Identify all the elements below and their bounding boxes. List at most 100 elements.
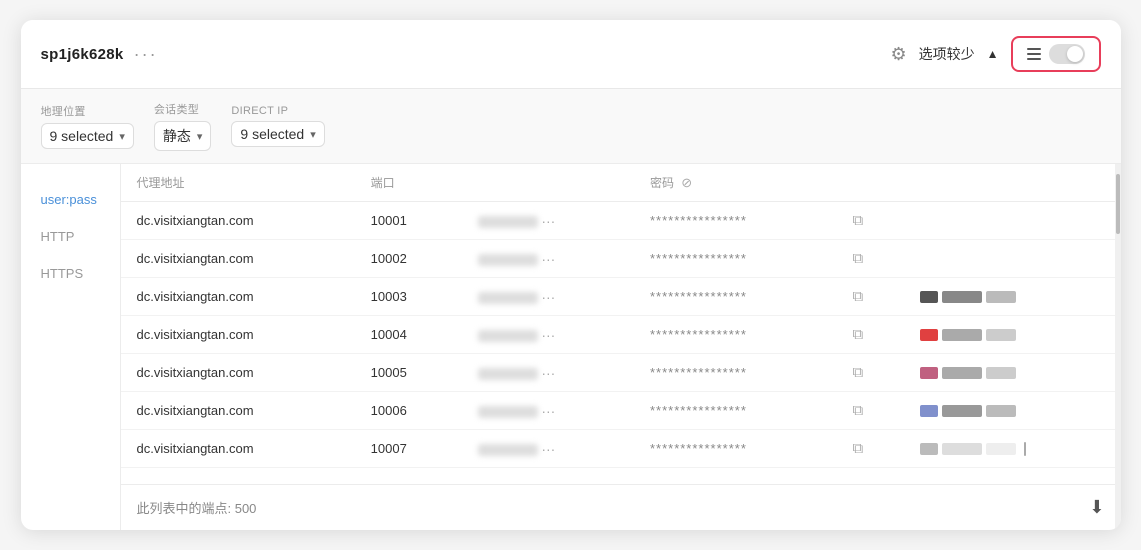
sidebar-item-http[interactable]: HTTP — [21, 221, 120, 252]
copy-icon[interactable]: ⧉ — [853, 250, 864, 267]
password-masked: **************** — [650, 327, 747, 342]
copy-icon[interactable]: ⧉ — [853, 288, 864, 305]
proxy-password: **************** — [634, 316, 837, 354]
copy-button[interactable]: ⧉ — [837, 316, 904, 354]
table-footer: 此列表中的端点: 500 ⬇ — [121, 484, 1121, 530]
header: sp1j6k628k ··· ⚙ 选项较少 ▲ — [21, 20, 1121, 89]
sidebar-item-https[interactable]: HTTPS — [21, 258, 120, 289]
table-header-row: 代理地址 端口 密码 ⊘ — [121, 164, 1121, 202]
filter-direct-ip: DIRECT IP 9 selected ▾ — [231, 105, 324, 147]
color-block — [986, 443, 1016, 455]
chevron-up-icon[interactable]: ▲ — [987, 47, 999, 61]
page-title: sp1j6k628k — [41, 46, 124, 63]
proxy-user: ··· — [462, 392, 634, 430]
color-block — [942, 443, 982, 455]
toggle-button[interactable] — [1011, 36, 1101, 72]
proxy-info — [904, 354, 1121, 392]
color-bar — [920, 405, 1105, 417]
toggle-switch[interactable] — [1049, 44, 1085, 64]
color-block — [942, 405, 982, 417]
color-bar — [920, 329, 1105, 341]
direct-ip-select[interactable]: 9 selected ▾ — [231, 121, 324, 147]
color-bar — [920, 442, 1105, 456]
col-info — [904, 164, 1121, 202]
copy-icon[interactable]: ⧉ — [853, 326, 864, 343]
col-user — [462, 164, 634, 202]
col-proxy: 代理地址 — [121, 164, 355, 202]
proxy-user: ··· — [462, 278, 634, 316]
proxy-password: **************** — [634, 430, 837, 468]
proxy-info — [904, 316, 1121, 354]
table-row: dc.visitxiangtan.com10003 ···***********… — [121, 278, 1121, 316]
color-block — [942, 291, 982, 303]
proxy-user: ··· — [462, 354, 634, 392]
download-icon[interactable]: ⬇ — [1089, 497, 1104, 518]
proxy-port: 10004 — [355, 316, 462, 354]
direct-ip-label: DIRECT IP — [231, 105, 324, 117]
copy-button[interactable]: ⧉ — [837, 430, 904, 468]
direct-ip-chevron-icon: ▾ — [310, 128, 316, 141]
proxy-info — [904, 278, 1121, 316]
color-block — [986, 329, 1016, 341]
row-dots-menu[interactable]: ··· — [541, 251, 555, 267]
copy-button[interactable]: ⧉ — [837, 354, 904, 392]
copy-button[interactable]: ⧉ — [837, 392, 904, 430]
geo-select[interactable]: 9 selected ▾ — [41, 123, 134, 149]
proxy-port: 10007 — [355, 430, 462, 468]
geo-label: 地理位置 — [41, 103, 134, 119]
copy-button[interactable]: ⧉ — [837, 240, 904, 278]
proxy-address: dc.visitxiangtan.com — [121, 354, 355, 392]
scroll-handle[interactable] — [1024, 442, 1026, 456]
options-label[interactable]: 选项较少 — [919, 44, 975, 64]
session-label: 会话类型 — [154, 101, 212, 117]
color-block — [986, 367, 1016, 379]
proxy-info — [904, 240, 1121, 278]
proxy-password: **************** — [634, 278, 837, 316]
color-block — [986, 405, 1016, 417]
proxy-port: 10005 — [355, 354, 462, 392]
proxy-user: ··· — [462, 430, 634, 468]
row-dots-menu[interactable]: ··· — [541, 365, 555, 381]
proxy-address: dc.visitxiangtan.com — [121, 278, 355, 316]
row-dots-menu[interactable]: ··· — [541, 403, 555, 419]
session-value: 静态 — [163, 126, 191, 146]
header-right: ⚙ 选项较少 ▲ — [890, 36, 1100, 72]
scrollbar-thumb[interactable] — [1116, 174, 1120, 234]
proxy-password: **************** — [634, 202, 837, 240]
proxy-user: ··· — [462, 316, 634, 354]
password-masked: **************** — [650, 213, 747, 228]
proxy-address: dc.visitxiangtan.com — [121, 316, 355, 354]
password-masked: **************** — [650, 365, 747, 380]
copy-button[interactable]: ⧉ — [837, 202, 904, 240]
color-block — [986, 291, 1016, 303]
copy-icon[interactable]: ⧉ — [853, 364, 864, 381]
proxy-port: 10002 — [355, 240, 462, 278]
color-bar — [920, 291, 1105, 303]
session-select[interactable]: 静态 ▾ — [154, 121, 212, 151]
password-masked: **************** — [650, 403, 747, 418]
proxy-password: **************** — [634, 354, 837, 392]
table-wrapper: 代理地址 端口 密码 ⊘ dc.visitxiangtan.com10001 ·… — [121, 164, 1121, 484]
sidebar-item-userpass[interactable]: user:pass — [21, 184, 120, 215]
password-masked: **************** — [650, 441, 747, 456]
gear-icon[interactable]: ⚙ — [890, 44, 906, 65]
row-dots-menu[interactable]: ··· — [541, 289, 555, 305]
row-dots-menu[interactable]: ··· — [541, 441, 555, 457]
table-row: dc.visitxiangtan.com10002 ··· ***********… — [121, 240, 1121, 278]
eye-slash-icon[interactable]: ⊘ — [681, 175, 692, 190]
scrollbar-track[interactable] — [1115, 164, 1121, 530]
copy-icon[interactable]: ⧉ — [853, 402, 864, 419]
proxy-address: dc.visitxiangtan.com — [121, 240, 355, 278]
main-window: sp1j6k628k ··· ⚙ 选项较少 ▲ 地理位置 9 selected … — [21, 20, 1121, 530]
proxy-password: **************** — [634, 240, 837, 278]
color-block — [920, 329, 938, 341]
copy-button[interactable]: ⧉ — [837, 278, 904, 316]
session-chevron-icon: ▾ — [197, 130, 203, 143]
row-dots-menu[interactable]: ··· — [541, 327, 555, 343]
table-row: dc.visitxiangtan.com10006 ···***********… — [121, 392, 1121, 430]
row-dots-menu[interactable]: ··· — [541, 213, 555, 229]
more-options-button[interactable]: ··· — [134, 44, 158, 65]
copy-icon[interactable]: ⧉ — [853, 440, 864, 457]
copy-icon[interactable]: ⧉ — [853, 212, 864, 229]
table-row: dc.visitxiangtan.com10001 ···***********… — [121, 202, 1121, 240]
